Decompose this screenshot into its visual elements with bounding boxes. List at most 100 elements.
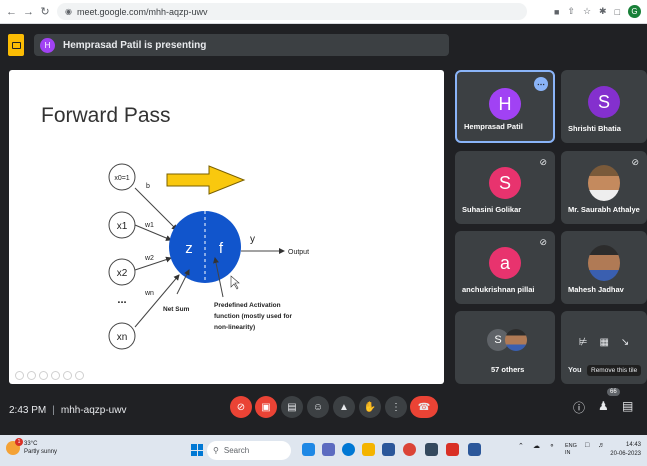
- mic-tray-icon[interactable]: ⚬: [549, 442, 555, 450]
- minimize-icon[interactable]: ↘: [621, 337, 629, 348]
- participant-name: 57 others: [491, 365, 525, 374]
- extensions-icon[interactable]: ✱: [599, 6, 607, 17]
- volume-icon[interactable]: ♬: [598, 442, 605, 449]
- slide-control-icon[interactable]: [51, 371, 60, 380]
- sun-icon: 1: [6, 438, 23, 455]
- address-bar[interactable]: ◉ meet.google.com/mhh-aqzp-uwv: [57, 3, 527, 20]
- participant-avatar: H: [489, 88, 521, 120]
- participant-tile-shrishti[interactable]: S Shrishti Bhatia: [561, 70, 647, 143]
- input-label-x1: x1: [117, 221, 128, 232]
- forward-arrow-icon: [166, 165, 246, 195]
- site-info-icon[interactable]: ◉: [65, 7, 72, 16]
- meeting-info-separator: |: [52, 404, 55, 416]
- share-icon[interactable]: ⇧: [567, 6, 575, 17]
- participant-tile-anchukrishnan[interactable]: a ⊘ anchukrishnan pillai: [455, 231, 555, 304]
- temperature: 33°C: [24, 441, 38, 447]
- forward-icon[interactable]: →: [23, 6, 34, 18]
- language-indicator[interactable]: ENG IN: [565, 443, 577, 457]
- connection-xn: [134, 274, 180, 328]
- edge-icon[interactable]: [342, 443, 355, 456]
- browser-toolbar: ← → ↻ ◉ meet.google.com/mhh-aqzp-uwv ■ ⇧…: [0, 0, 647, 24]
- people-count-badge: 66: [607, 388, 620, 396]
- windows-start-icon[interactable]: [191, 444, 203, 456]
- pdf-icon[interactable]: [446, 443, 459, 456]
- output-label: Output: [288, 249, 309, 256]
- app-icon[interactable]: [425, 443, 438, 456]
- taskbar-search[interactable]: ⚲ Search: [207, 441, 291, 460]
- clock-time: 14:43: [625, 442, 641, 448]
- meeting-controls-bar: 2:43 PM | mhh-aqzp-uwv ⊘ ▣ ▤ ☺ ▲ ✋ ⋮ ☎ ⓘ…: [0, 388, 647, 427]
- participant-tile-others[interactable]: S 57 others: [455, 311, 555, 384]
- input-label-x2: x2: [117, 268, 128, 279]
- participant-avatar: a: [489, 247, 521, 279]
- slide-control-icon[interactable]: [75, 371, 84, 380]
- weather-widget[interactable]: 1 33°C Partly sunny: [6, 438, 58, 456]
- camera-permission-icon[interactable]: ■: [554, 7, 559, 17]
- mic-off-icon: ⊘: [539, 157, 547, 167]
- slide-control-icon[interactable]: [63, 371, 72, 380]
- raise-hand-button[interactable]: ✋: [359, 396, 381, 418]
- reactions-button[interactable]: ☺: [307, 396, 329, 418]
- pin-icon[interactable]: ⊭: [579, 337, 588, 348]
- present-screen-icon[interactable]: [8, 34, 24, 56]
- weight-label-wn: wn: [144, 290, 154, 297]
- participant-name: anchukrishnan pillai: [462, 285, 535, 294]
- search-placeholder: Search: [223, 446, 250, 455]
- participant-tile-suhasini[interactable]: S ⊘ Suhasini Golikar: [455, 151, 555, 224]
- profile-avatar[interactable]: G: [628, 5, 641, 18]
- meeting-info: 2:43 PM | mhh-aqzp-uwv: [9, 405, 126, 416]
- participant-tile-hemprasad[interactable]: H ⋯ Hemprasad Patil: [455, 70, 555, 143]
- chat-icon[interactable]: ▤: [622, 399, 633, 413]
- weather-condition: Partly sunny: [24, 449, 58, 455]
- input-label-x0: x0=1: [114, 175, 129, 182]
- back-icon[interactable]: ←: [6, 6, 17, 18]
- bookmark-star-icon[interactable]: ☆: [583, 6, 591, 17]
- participant-photo: [505, 329, 527, 351]
- participant-avatar: S: [489, 167, 521, 199]
- tray-chevron-icon[interactable]: ⌃: [518, 442, 524, 450]
- chrome-icon[interactable]: [403, 443, 416, 456]
- more-options-icon[interactable]: ⋯: [534, 77, 548, 91]
- slide-control-icon[interactable]: [27, 371, 36, 380]
- camera-off-button[interactable]: ▣: [255, 396, 277, 418]
- leave-call-button[interactable]: ☎: [410, 396, 438, 418]
- participant-tile-mahesh[interactable]: Mahesh Jadhav: [561, 231, 647, 304]
- side-panel-icon[interactable]: □: [615, 7, 620, 17]
- mic-off-button[interactable]: ⊘: [230, 396, 252, 418]
- participant-avatar: S: [588, 86, 620, 118]
- slide-control-icon[interactable]: [39, 371, 48, 380]
- captions-button[interactable]: ▤: [281, 396, 303, 418]
- store-icon[interactable]: [382, 443, 395, 456]
- search-icon: ⚲: [213, 446, 219, 455]
- mic-off-icon: ⊘: [631, 157, 639, 167]
- word-icon[interactable]: [468, 443, 481, 456]
- presenter-banner: H Hemprasad Patil is presenting: [34, 34, 449, 56]
- activation-label-line1: Predefined Activation: [214, 302, 281, 309]
- file-explorer-icon[interactable]: [362, 443, 375, 456]
- system-clock[interactable]: 14:43 20-06-2023: [610, 441, 641, 459]
- activation-label-line3: non-linearity): [214, 324, 255, 331]
- weight-label-w2: w2: [144, 255, 154, 262]
- participant-tile-saurabh[interactable]: ⊘ Mr. Saurabh Athalye: [561, 151, 647, 224]
- mouse-cursor-icon: [230, 275, 240, 290]
- slide-controls[interactable]: [15, 371, 84, 380]
- reload-icon[interactable]: ↻: [40, 5, 50, 18]
- participant-photo: [588, 245, 620, 281]
- url-text: meet.google.com/mhh-aqzp-uwv: [76, 6, 208, 17]
- meeting-details-icon[interactable]: ⓘ: [573, 399, 585, 416]
- task-view-icon[interactable]: [302, 443, 315, 456]
- people-icon[interactable]: ♟: [598, 399, 609, 413]
- network-icon[interactable]: □: [585, 442, 589, 449]
- input-ellipsis: ...: [117, 294, 126, 306]
- participant-name: Mr. Saurabh Athalye: [568, 205, 640, 214]
- meeting-time: 2:43 PM: [9, 404, 47, 416]
- teams-icon[interactable]: [322, 443, 335, 456]
- more-options-button[interactable]: ⋮: [385, 396, 407, 418]
- tile-actions: ⊭ ▦ ↘: [561, 337, 647, 348]
- meeting-code: mhh-aqzp-uwv: [60, 404, 127, 416]
- participant-tile-you[interactable]: ⊭ ▦ ↘ You Remove this tile: [561, 311, 647, 384]
- framing-icon[interactable]: ▦: [599, 337, 608, 348]
- present-button[interactable]: ▲: [333, 396, 355, 418]
- cloud-icon[interactable]: ☁: [533, 442, 540, 450]
- slide-control-icon[interactable]: [15, 371, 24, 380]
